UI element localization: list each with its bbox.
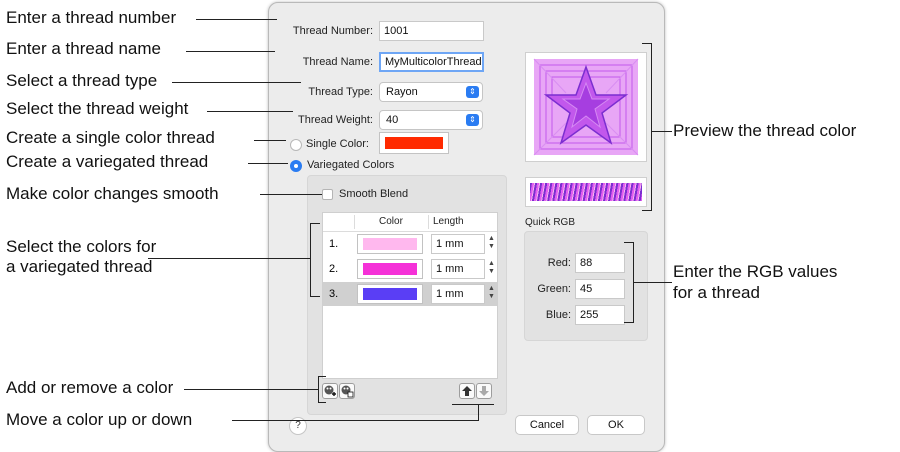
bracket-move: [478, 404, 479, 421]
row-color-swatch: [363, 238, 417, 250]
leader-thread-type: [172, 82, 301, 83]
quick-rgb-title: Quick RGB: [525, 217, 576, 228]
row-index: 2.: [329, 263, 339, 275]
leader-single-color: [254, 140, 286, 141]
callout-preview: Preview the thread color: [673, 121, 857, 140]
length-stepper[interactable]: ▲ ▼: [487, 235, 496, 253]
move-up-button[interactable]: [459, 383, 475, 399]
row-index: 1.: [329, 238, 339, 250]
leader-preview: [652, 131, 672, 132]
callout-add-remove: Add or remove a color: [6, 378, 174, 397]
leader-rgb: [634, 282, 672, 283]
thread-strip: [530, 183, 642, 201]
blue-label: Blue:: [545, 309, 571, 321]
row-color-well[interactable]: [357, 234, 423, 254]
ok-button[interactable]: OK: [587, 415, 645, 435]
star-preview-icon: [533, 58, 639, 156]
row-length-field[interactable]: 1 mm: [431, 259, 485, 279]
single-color-radio[interactable]: [290, 139, 302, 151]
thread-dialog: Thread Number: 1001 Thread Name: MyMulti…: [268, 2, 665, 452]
callout-single-color: Create a single color thread: [6, 128, 215, 147]
length-stepper[interactable]: ▲ ▼: [487, 285, 496, 303]
row-length-field[interactable]: 1 mm: [431, 284, 485, 304]
single-color-well[interactable]: [379, 132, 449, 154]
length-stepper[interactable]: ▲ ▼: [487, 260, 496, 278]
table-row[interactable]: 2. 1 mm ▲ ▼: [323, 257, 497, 281]
leader-smooth: [260, 194, 322, 195]
row-color-well[interactable]: [357, 284, 423, 304]
leader-thread-weight: [207, 111, 293, 112]
red-field[interactable]: 88: [575, 253, 625, 273]
chevron-updown-icon: ⇕: [466, 86, 479, 98]
smooth-blend-checkbox[interactable]: [322, 189, 333, 200]
green-label: Green:: [537, 283, 571, 295]
variegated-panel: Smooth Blend Color Length 1. 1 mm ▲▼ 2.: [307, 175, 507, 415]
move-down-button[interactable]: [476, 383, 492, 399]
leader-variegated: [248, 163, 288, 164]
red-label: Red:: [547, 257, 571, 269]
callout-select-colors-line1: Select the colors for: [6, 237, 157, 256]
thread-name-label: Thread Name:: [302, 56, 373, 68]
add-color-icon: [324, 385, 336, 396]
blue-field[interactable]: 255: [575, 305, 625, 325]
color-column-header: Color: [379, 216, 403, 227]
leader-add-remove: [184, 389, 318, 390]
remove-color-button[interactable]: [339, 383, 355, 399]
color-table-header: Color Length: [323, 213, 497, 232]
callout-thread-type: Select a thread type: [6, 71, 158, 90]
remove-color-icon: [341, 385, 354, 398]
thread-name-field[interactable]: MyMulticolorThread: [379, 52, 484, 72]
cancel-button[interactable]: Cancel: [515, 415, 579, 435]
thread-number-label: Thread Number:: [292, 25, 373, 37]
length-column-header: Length: [433, 216, 464, 227]
add-color-button[interactable]: [322, 383, 338, 399]
green-field[interactable]: 45: [575, 279, 625, 299]
callout-variegated: Create a variegated thread: [6, 152, 209, 171]
callout-rgb-line2: for a thread: [673, 283, 760, 302]
row-color-swatch: [363, 263, 417, 275]
smooth-blend-label: Smooth Blend: [339, 188, 409, 200]
thread-weight-popup[interactable]: 40 ⇕: [379, 110, 483, 130]
quick-rgb-panel: Red: 88 Green: 45 Blue: 255: [524, 231, 648, 341]
color-table: Color Length 1. 1 mm ▲ ▼ 2. 1 mm ▲ ▼ 3. …: [322, 212, 498, 379]
single-color-swatch: [385, 137, 443, 149]
callout-rgb-line1: Enter the RGB values: [673, 262, 838, 281]
chevron-updown-icon: ⇕: [466, 114, 479, 126]
callout-select-colors-line2: a variegated thread: [6, 257, 153, 276]
row-color-swatch: [363, 288, 417, 300]
thread-preview: [525, 52, 647, 162]
thread-weight-label: Thread Weight:: [297, 114, 373, 126]
callout-thread-number: Enter a thread number: [6, 8, 177, 27]
arrow-down-icon: [479, 386, 489, 396]
table-row[interactable]: 3. 1 mm ▲ ▼: [323, 282, 497, 306]
callout-move: Move a color up or down: [6, 410, 193, 429]
variegated-label: Variegated Colors: [307, 159, 395, 171]
row-color-well[interactable]: [357, 259, 423, 279]
row-index: 3.: [329, 288, 339, 300]
arrow-up-icon: [462, 386, 472, 396]
thread-number-field[interactable]: 1001: [379, 21, 484, 41]
leader-thread-name: [186, 51, 275, 52]
thread-type-popup[interactable]: Rayon ⇕: [379, 82, 483, 102]
bracket-select-colors: [310, 223, 311, 296]
thread-strip-preview: [525, 177, 647, 207]
table-row[interactable]: 1. 1 mm ▲ ▼: [323, 232, 497, 256]
bracket-add-remove: [318, 376, 319, 403]
single-color-label: Single Color:: [306, 138, 369, 150]
leader-select-colors: [148, 258, 310, 259]
thread-weight-value: 40: [386, 114, 399, 126]
row-length-field[interactable]: 1 mm: [431, 234, 485, 254]
variegated-radio[interactable]: [290, 160, 302, 172]
leader-thread-number: [196, 19, 277, 20]
callout-thread-name: Enter a thread name: [6, 39, 161, 58]
callout-smooth: Make color changes smooth: [6, 184, 219, 203]
thread-type-value: Rayon: [386, 86, 418, 98]
thread-type-label: Thread Type:: [308, 86, 373, 98]
bracket-preview: [651, 43, 652, 211]
callout-thread-weight: Select the thread weight: [6, 99, 189, 118]
leader-move: [232, 420, 478, 421]
